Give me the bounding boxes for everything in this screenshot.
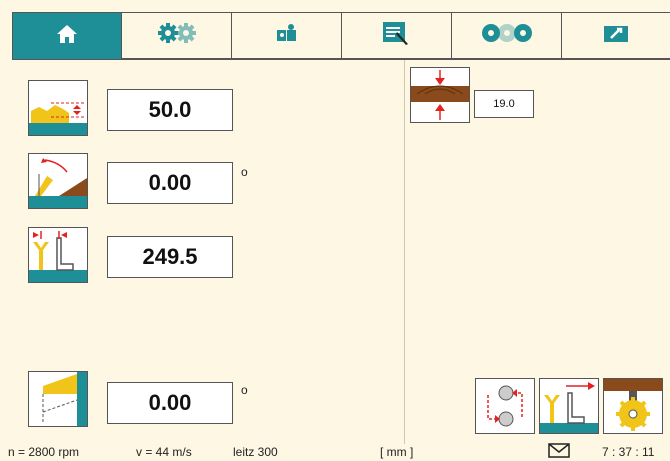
bevel-angle-unit: o	[241, 383, 248, 397]
main-panel: 50.0 0.00 o 249.5 0.00 o 19.0	[12, 59, 670, 445]
fence-width-value[interactable]: 249.5	[107, 236, 233, 278]
gears-icon	[157, 22, 197, 49]
units-label: [ mm ]	[380, 445, 414, 459]
tool-name: leitz 300	[233, 445, 278, 459]
cut-height-icon	[28, 80, 88, 136]
tab-bar	[12, 12, 670, 59]
tab-list-edit[interactable]	[342, 12, 452, 59]
tab-blades[interactable]	[452, 12, 562, 59]
cycle-icon	[476, 385, 534, 433]
fence-width-icon	[28, 227, 88, 283]
fence-move-icon	[540, 382, 598, 433]
tilt-angle-unit: o	[241, 165, 248, 179]
status-bar: n = 2800 rpm v = 44 m/s leitz 300 [ mm ]…	[0, 442, 670, 461]
saw-blade-button[interactable]	[603, 378, 663, 434]
puzzle-icon	[275, 22, 299, 49]
bevel-angle-value[interactable]: 0.00	[107, 382, 233, 424]
tab-home[interactable]	[12, 12, 122, 59]
speed-readout: v = 44 m/s	[136, 445, 192, 459]
cut-height-value[interactable]: 50.0	[107, 89, 233, 131]
tilt-angle-icon	[28, 153, 88, 209]
board-thickness-value[interactable]: 19.0	[474, 90, 534, 118]
cycle-button[interactable]	[475, 378, 535, 434]
mail-icon[interactable]	[548, 442, 570, 461]
clock: 7 : 37 : 11	[602, 445, 655, 459]
rpm-readout: n = 2800 rpm	[8, 445, 80, 459]
tilt-angle-value[interactable]: 0.00	[107, 162, 233, 204]
home-icon	[56, 23, 78, 50]
tab-programs[interactable]	[232, 12, 342, 59]
board-thickness-icon	[410, 67, 470, 123]
bevel-angle-icon	[28, 371, 88, 427]
panel-divider	[404, 60, 405, 445]
saw-blades-icon	[481, 21, 533, 50]
tab-settings[interactable]	[122, 12, 232, 59]
tab-tools[interactable]	[562, 12, 670, 59]
saw-blade-icon	[604, 379, 662, 433]
toolbox-icon	[602, 22, 630, 49]
fence-move-button[interactable]	[539, 378, 599, 434]
list-edit-icon	[381, 20, 413, 51]
